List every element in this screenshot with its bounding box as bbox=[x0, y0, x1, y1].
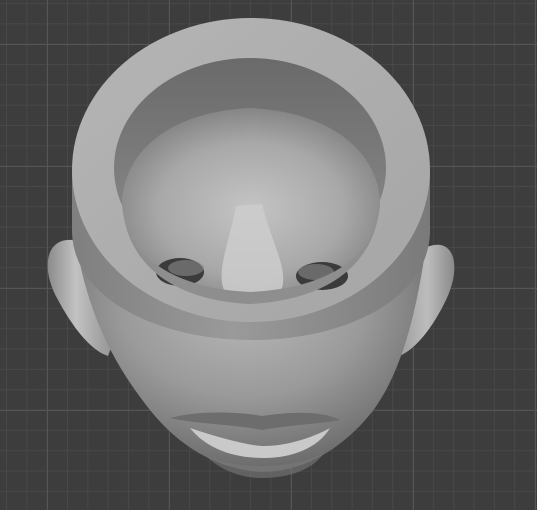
3d-viewport[interactable] bbox=[0, 0, 537, 510]
left-nostril-rim bbox=[168, 260, 204, 276]
head-model[interactable] bbox=[0, 0, 537, 510]
